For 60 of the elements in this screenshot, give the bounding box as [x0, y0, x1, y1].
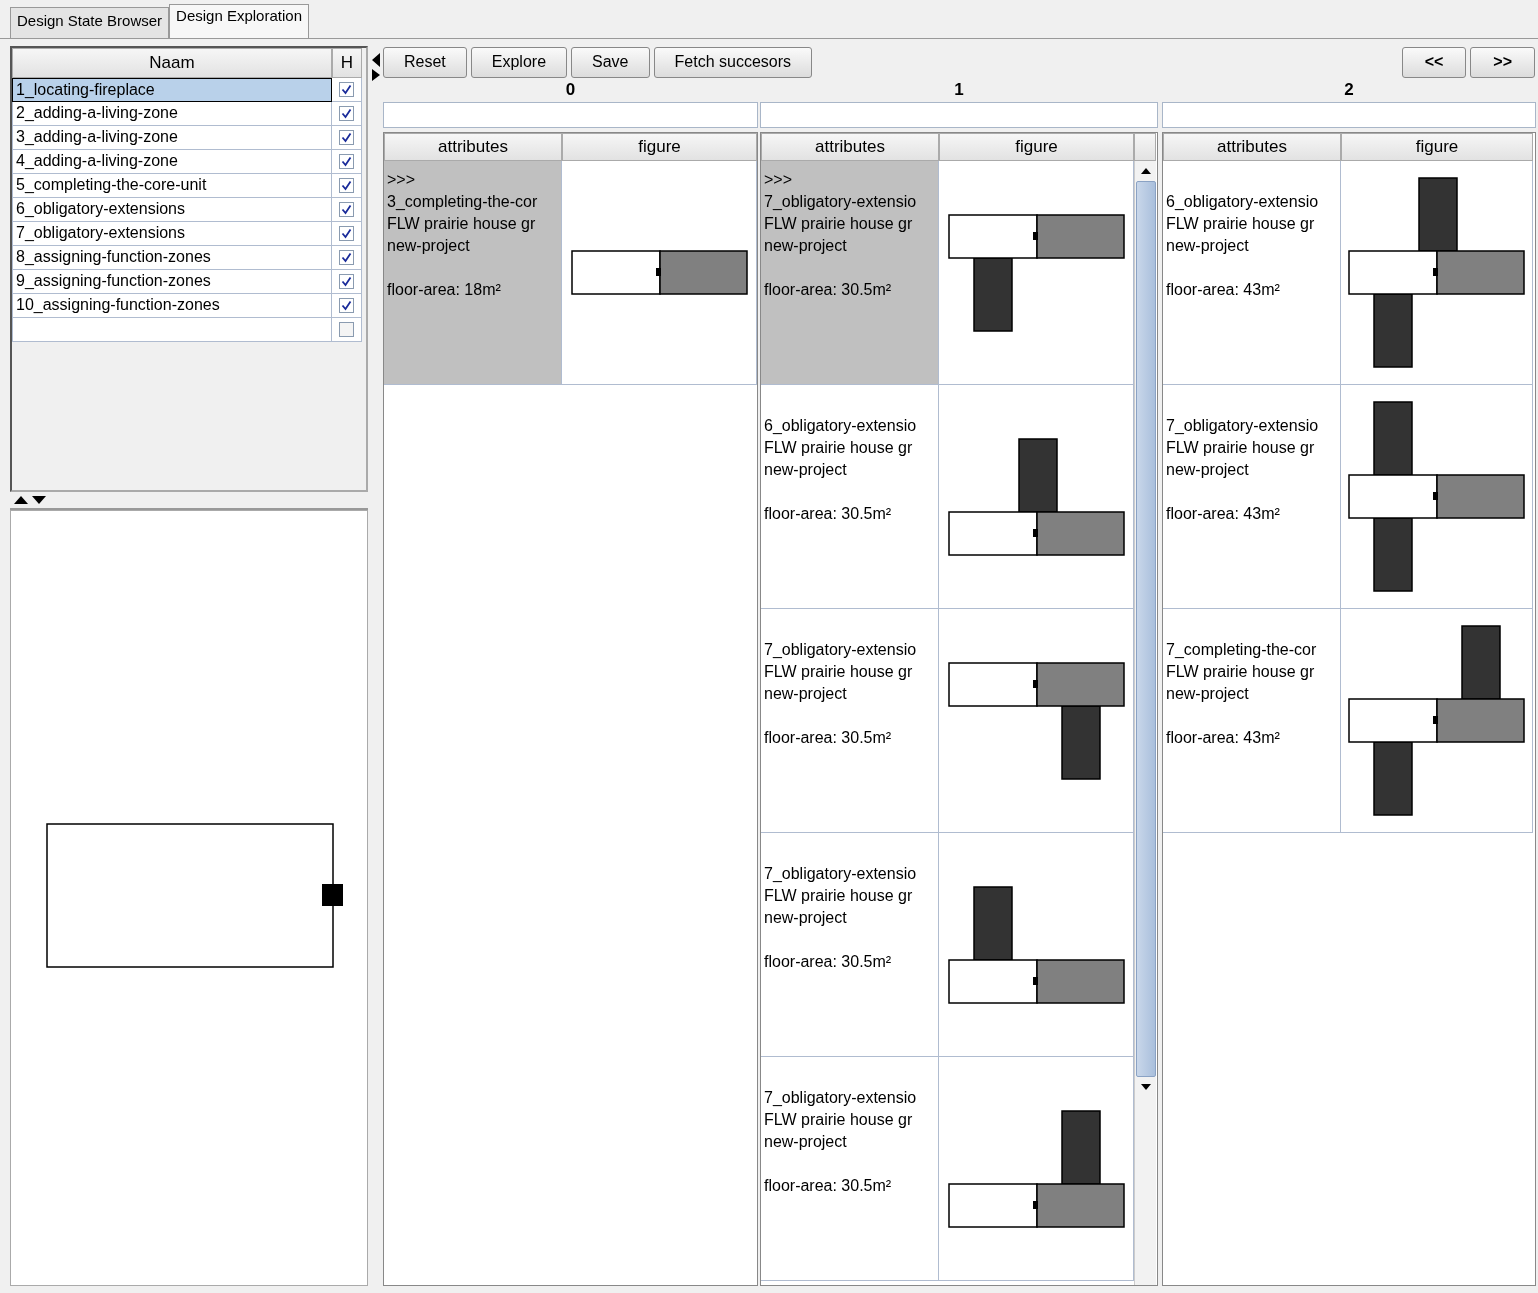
splitter-arrows-icon[interactable] — [370, 52, 381, 82]
checkbox[interactable] — [339, 82, 354, 97]
state-name-cell[interactable]: 7_obligatory-extensions — [12, 222, 332, 246]
state-name-cell[interactable]: 8_assigning-function-zones — [12, 246, 332, 270]
state-name-cell[interactable]: 3_adding-a-living-zone — [12, 126, 332, 150]
checkbox[interactable] — [339, 202, 354, 217]
nav-button[interactable]: >> — [1470, 46, 1535, 78]
state-name-cell[interactable]: 6_obligatory-extensions — [12, 198, 332, 222]
column-number: 2 — [1344, 80, 1354, 100]
state-name-cell[interactable] — [12, 318, 332, 342]
column-header[interactable]: attributes — [1163, 133, 1341, 161]
checkbox[interactable] — [339, 250, 354, 265]
state-name-cell[interactable]: 1_locating-fireplace — [12, 78, 332, 102]
tab[interactable]: Design State Browser — [10, 7, 170, 38]
column-header[interactable]: figure — [1341, 133, 1533, 161]
state-name-cell[interactable]: 10_assigning-function-zones — [12, 294, 332, 318]
column-field[interactable] — [1162, 102, 1536, 128]
checkbox[interactable] — [339, 130, 354, 145]
state-name-cell[interactable]: 9_assigning-function-zones — [12, 270, 332, 294]
attributes-cell[interactable]: 7_obligatory-extensio FLW prairie house gr new-project floor-area: 30.5m² — [761, 1057, 939, 1281]
column-field[interactable] — [760, 102, 1158, 128]
scrollbar-thumb[interactable] — [1135, 181, 1156, 1077]
checkbox[interactable] — [339, 226, 354, 241]
column-header[interactable]: figure — [939, 133, 1134, 161]
attributes-cell[interactable]: >>> 7_obligatory-extensio FLW prairie house gr new-project floor-area: 30.5m² — [761, 161, 939, 385]
column-header[interactable]: figure — [562, 133, 757, 161]
toolbar-button[interactable]: Reset — [383, 46, 467, 78]
column-header[interactable]: H — [332, 48, 362, 78]
toolbar-button[interactable]: Save — [571, 46, 650, 78]
attributes-cell[interactable]: 7_obligatory-extensio FLW prairie house gr new-project floor-area: 30.5m² — [761, 609, 939, 833]
checkbox[interactable] — [339, 322, 354, 337]
attributes-cell[interactable]: 7_obligatory-extensio FLW prairie house gr new-project floor-area: 30.5m² — [761, 833, 939, 1057]
checkbox[interactable] — [339, 274, 354, 289]
nav-button[interactable]: << — [1401, 46, 1467, 78]
checkbox[interactable] — [339, 298, 354, 313]
column-field[interactable] — [383, 102, 758, 128]
toolbar-button[interactable]: Fetch succesors — [653, 46, 812, 78]
scroll-up-icon[interactable] — [1139, 167, 1152, 175]
checkbox[interactable] — [339, 154, 354, 169]
column-number: 1 — [954, 80, 964, 100]
tab[interactable]: Design Exploration — [169, 4, 309, 38]
scrollbar[interactable] — [1134, 161, 1156, 1285]
header-cell — [1134, 133, 1156, 161]
state-name-cell[interactable]: 4_adding-a-living-zone — [12, 150, 332, 174]
checkbox[interactable] — [339, 178, 354, 193]
splitter-arrows-icon[interactable] — [14, 495, 48, 505]
attributes-cell[interactable]: 6_obligatory-extensio FLW prairie house gr new-project floor-area: 30.5m² — [761, 385, 939, 609]
state-name-cell[interactable]: 2_adding-a-living-zone — [12, 102, 332, 126]
checkbox[interactable] — [339, 106, 354, 121]
column-header[interactable]: Naam — [12, 48, 332, 78]
scroll-down-icon[interactable] — [1139, 1083, 1152, 1091]
attributes-cell[interactable]: 6_obligatory-extensio FLW prairie house gr new-project floor-area: 43m² — [1163, 161, 1341, 385]
attributes-cell[interactable]: >>> 3_completing-the-cor FLW prairie house gr new-project floor-area: 18m² — [384, 161, 562, 385]
column-header[interactable]: attributes — [384, 133, 562, 161]
state-name-cell[interactable]: 5_completing-the-core-unit — [12, 174, 332, 198]
toolbar-button[interactable]: Explore — [470, 46, 568, 78]
attributes-cell[interactable]: 7_completing-the-cor FLW prairie house gr new-project floor-area: 43m² — [1163, 609, 1341, 833]
column-number: 0 — [565, 80, 576, 100]
attributes-cell[interactable]: 7_obligatory-extensio FLW prairie house gr new-project floor-area: 43m² — [1163, 385, 1341, 609]
column-header[interactable]: attributes — [761, 133, 939, 161]
